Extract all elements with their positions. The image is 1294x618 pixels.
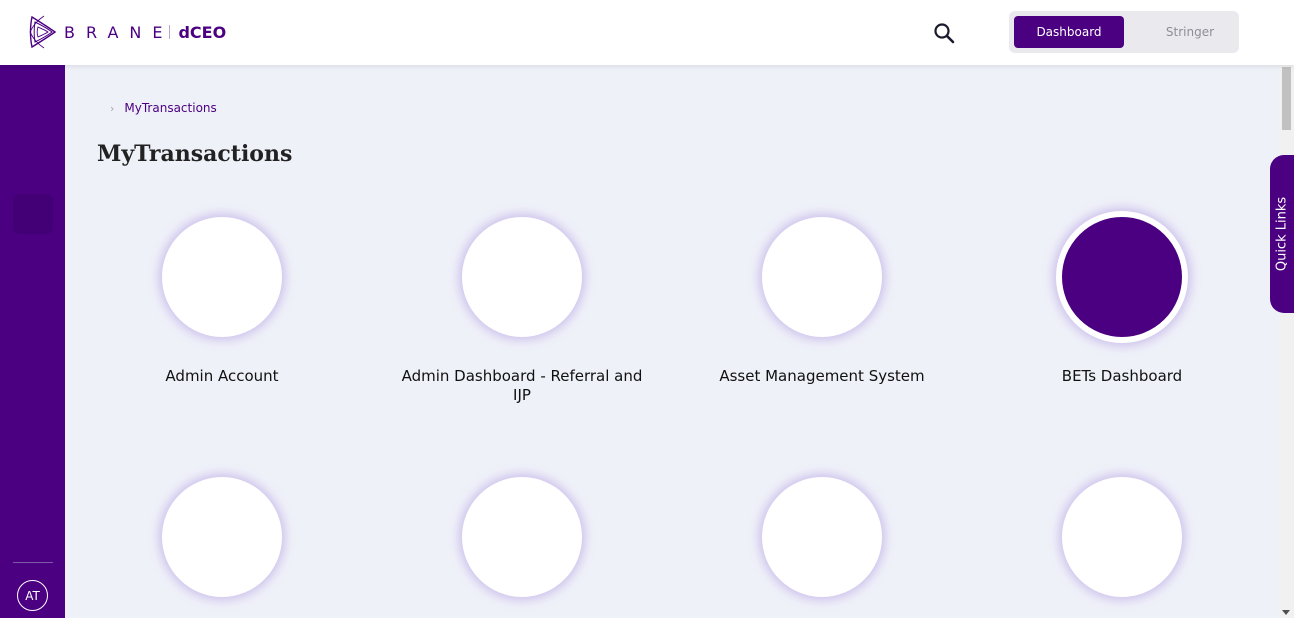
search-icon	[934, 23, 955, 44]
scrollbar-thumb[interactable]	[1282, 67, 1291, 130]
breadcrumb-current[interactable]: MyTransactions	[124, 101, 216, 115]
sidebar-item-apps[interactable]	[13, 194, 53, 234]
app-card-label: BETs Dashboard	[1061, 367, 1183, 385]
page-title: MyTransactions	[97, 141, 293, 167]
toggle-dashboard-button[interactable]: Dashboard	[1014, 16, 1124, 48]
sidebar-divider	[13, 562, 53, 563]
app-card-label: Asset Management System	[719, 367, 925, 385]
toggle-stringer-button[interactable]: Stringer	[1135, 16, 1245, 48]
app-card-label: Admin Account	[165, 367, 279, 385]
search-button[interactable]	[932, 21, 956, 45]
brane-logo-icon	[29, 15, 57, 49]
quick-links-tab[interactable]: Quick Links	[1270, 155, 1294, 313]
app-icon-circle	[162, 217, 282, 337]
app-icon-circle	[1062, 477, 1182, 597]
app-card-label: Admin Dashboard - Referral and IJP	[401, 367, 643, 404]
left-sidebar: AT	[0, 65, 65, 618]
app-icon-circle	[162, 477, 282, 597]
view-toggle: Dashboard Stringer	[1009, 11, 1239, 53]
top-header: BRANE dCEO Dashboard Stringer	[0, 0, 1294, 65]
app-icon-circle	[462, 217, 582, 337]
vertical-scrollbar[interactable]	[1279, 65, 1294, 618]
breadcrumb: › MyTransactions	[110, 101, 217, 115]
quick-links-label: Quick Links	[1274, 196, 1290, 272]
brand-name: BRANE	[64, 22, 174, 42]
brand-separator	[169, 25, 171, 39]
app-icon-circle	[762, 217, 882, 337]
chevron-right-icon: ›	[110, 101, 115, 115]
app-icon-circle	[462, 477, 582, 597]
app-icon-circle-selected	[1056, 211, 1188, 343]
app-icon-circle	[762, 477, 882, 597]
main-content: › MyTransactions MyTransactions Admin Ac…	[65, 65, 1279, 618]
user-avatar[interactable]: AT	[17, 580, 48, 611]
brand-logo[interactable]: BRANE dCEO	[28, 14, 226, 50]
product-name: dCEO	[178, 22, 227, 42]
scroll-down-arrow-icon[interactable]	[1282, 610, 1290, 615]
